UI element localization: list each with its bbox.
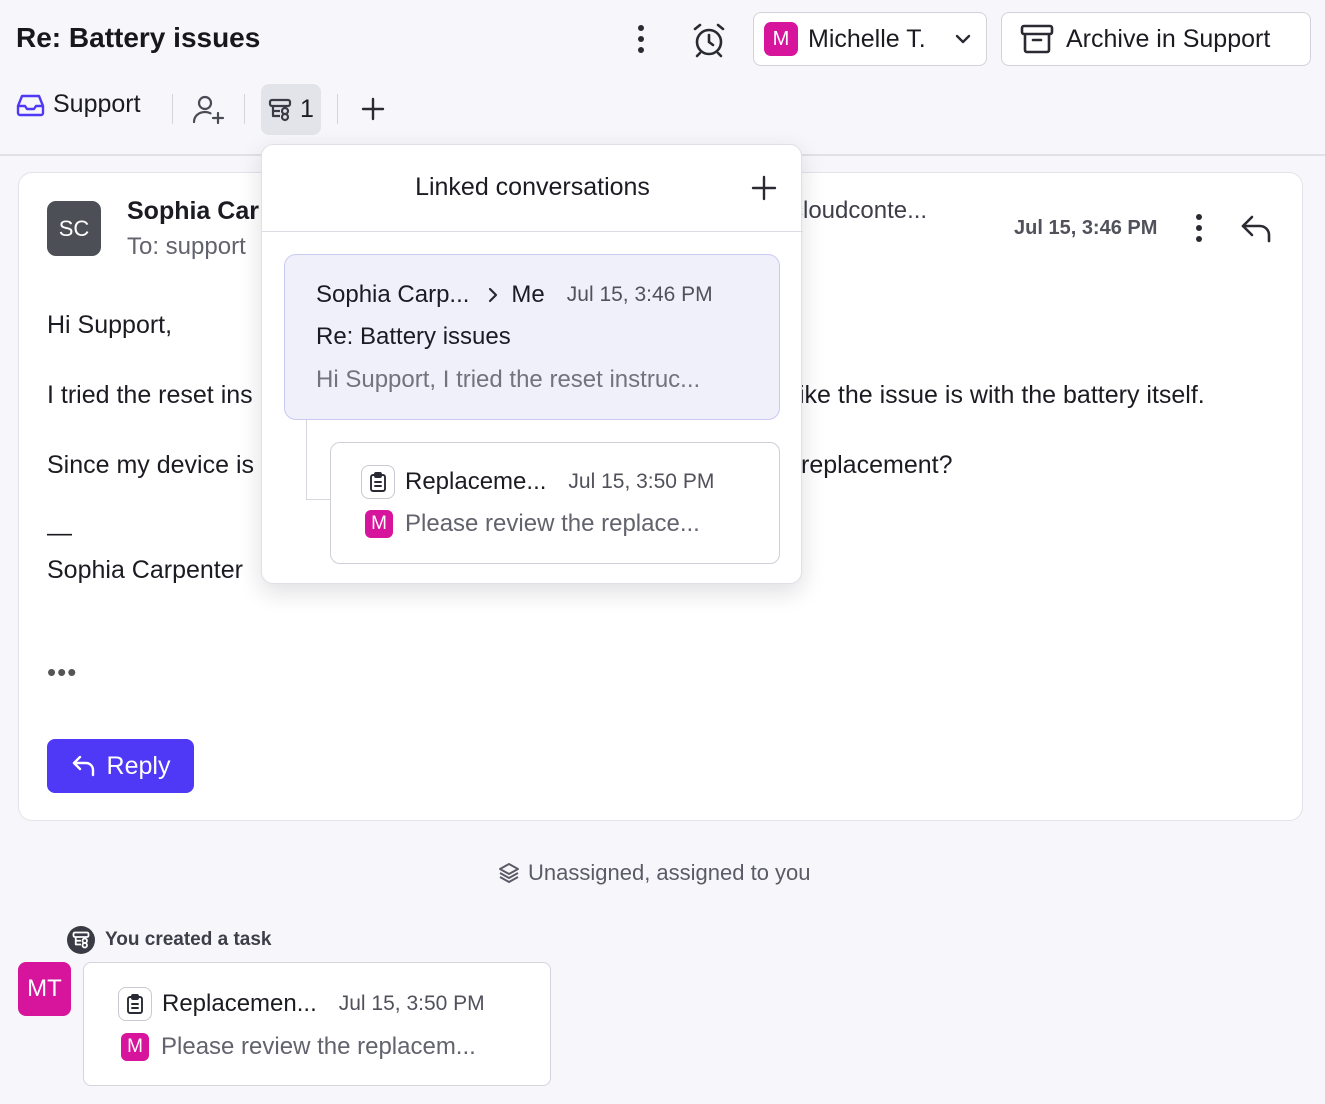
conversation-title: Re: Battery issues: [16, 22, 261, 53]
inbox-tray-icon: [16, 94, 45, 116]
linked-conversations-button[interactable]: 1: [261, 84, 321, 135]
assignee-dropdown[interactable]: M Michelle T.: [753, 12, 987, 66]
reply-arrow-icon[interactable]: [1239, 211, 1275, 247]
archive-box-icon: [1020, 24, 1054, 54]
archive-button[interactable]: Archive in Support: [1001, 12, 1311, 66]
task-card[interactable]: Replacemen... Jul 15, 3:50 PM M Please r…: [83, 962, 551, 1086]
task-preview: Please review the replacem...: [161, 1033, 476, 1060]
message-more-icon[interactable]: [1187, 211, 1211, 245]
reply-label: Reply: [106, 751, 171, 780]
toolbar-divider: [244, 94, 245, 124]
sender-name[interactable]: Sophia Car: [127, 197, 259, 226]
toolbar-divider: [337, 94, 338, 124]
conversation-preview: Hi Support, I tried the reset instruc...: [316, 366, 701, 393]
add-follower-icon[interactable]: [191, 94, 225, 126]
conversation-from: Sophia Carp...: [316, 281, 470, 308]
sender-avatar: SC: [47, 201, 101, 256]
linked-conversation-item[interactable]: Sophia Carp... Me Jul 15, 3:46 PM Re: Ba…: [284, 254, 780, 420]
task-name: Replaceme...: [405, 468, 547, 495]
snooze-alarm-icon[interactable]: [689, 20, 729, 60]
archive-label: Archive in Support: [1066, 24, 1271, 53]
conversation-to: Me: [511, 281, 545, 308]
thread-connector: [306, 420, 330, 500]
task-name: Replacemen...: [162, 990, 317, 1017]
assignment-text: Unassigned, assigned to you: [528, 860, 811, 885]
body-line: I tried the reset ins: [47, 381, 253, 409]
body-line: ike the issue is with the battery itself…: [799, 381, 1205, 409]
more-options-icon[interactable]: [626, 22, 656, 56]
linked-conversations-icon: [268, 98, 292, 121]
linked-task-item[interactable]: Replaceme... Jul 15, 3:50 PM M Please re…: [330, 442, 780, 564]
clipboard-icon: [118, 987, 152, 1021]
add-link-icon[interactable]: [749, 173, 779, 203]
linked-conversations-icon: [67, 926, 95, 954]
assignment-event: Unassigned, assigned to you: [498, 860, 811, 886]
assignee-name: Michelle T.: [808, 24, 926, 53]
linked-conversations-popover: Linked conversations Sophia Carp... Me J…: [261, 144, 803, 584]
inbox-tag-support[interactable]: Support: [16, 90, 141, 119]
popover-divider: [262, 231, 803, 232]
show-quoted-text-button[interactable]: •••: [47, 657, 77, 688]
layers-icon: [499, 863, 519, 883]
message-timestamp: Jul 15, 3:46 PM: [1014, 217, 1158, 239]
add-tag-icon[interactable]: [358, 94, 388, 124]
sender-email: cloudconte...: [791, 197, 928, 224]
task-time: Jul 15, 3:50 PM: [338, 992, 485, 1015]
body-line: replacement?: [801, 451, 953, 479]
conversation-time: Jul 15, 3:46 PM: [566, 283, 713, 306]
reply-arrow-icon: [72, 755, 94, 777]
task-time: Jul 15, 3:50 PM: [568, 470, 715, 493]
chevron-right-icon: [489, 287, 498, 303]
task-author-avatar: M: [121, 1033, 149, 1061]
task-preview: Please review the replace...: [405, 510, 700, 537]
inbox-label: Support: [53, 90, 141, 118]
popover-title: Linked conversations: [415, 173, 650, 201]
body-line: Since my device is: [47, 451, 255, 479]
linked-count: 1: [300, 95, 314, 123]
assignee-avatar: M: [764, 22, 798, 56]
task-created-text: You created a task: [105, 929, 272, 950]
toolbar-divider: [172, 94, 173, 124]
signature-name: Sophia Carpenter: [47, 556, 243, 584]
conversation-subject: Re: Battery issues: [316, 323, 511, 350]
reply-button[interactable]: Reply: [47, 739, 194, 793]
chevron-down-icon: [955, 34, 971, 44]
task-created-event: You created a task: [67, 926, 272, 954]
signature-dash: —: [47, 519, 72, 547]
clipboard-icon: [361, 465, 395, 499]
creator-avatar: MT: [18, 962, 71, 1016]
task-author-avatar: M: [365, 510, 393, 538]
body-greeting: Hi Support,: [47, 311, 173, 339]
recipient-line: To: support: [127, 233, 246, 260]
